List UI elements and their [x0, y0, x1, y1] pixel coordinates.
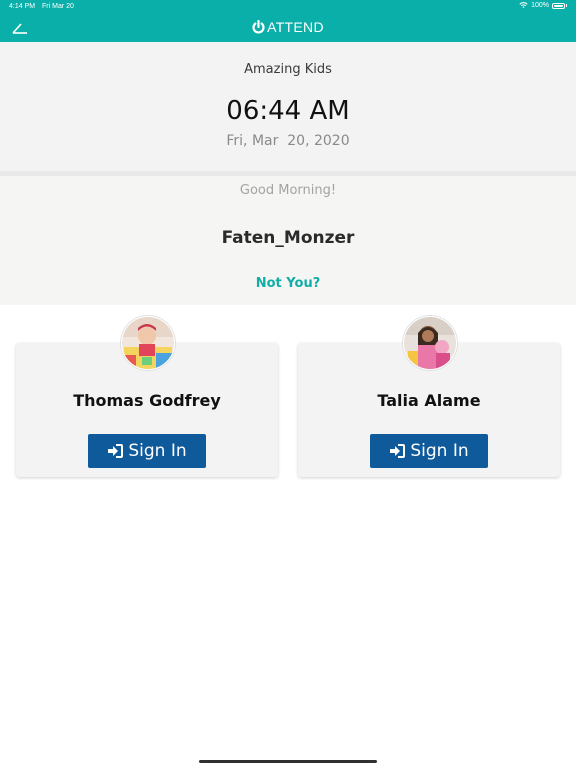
- status-indicators: 100%: [519, 2, 567, 9]
- status-bar: 4:14 PM Fri Mar 20 100%: [0, 0, 576, 14]
- header-section: Amazing Kids 06:44 AM Fri, Mar 20, 2020: [0, 42, 576, 171]
- sign-in-button[interactable]: Sign In: [370, 434, 488, 468]
- child-name: Thomas Godfrey: [73, 391, 221, 410]
- avatar: [403, 316, 457, 370]
- wifi-icon: [519, 2, 528, 8]
- user-section: Good Morning! Faten_Monzer Not You?: [0, 176, 576, 305]
- child-name: Talia Alame: [377, 391, 481, 410]
- sign-in-icon: [108, 444, 124, 458]
- clock-date: Fri, Mar 20, 2020: [226, 133, 350, 149]
- home-indicator: [199, 760, 377, 763]
- battery-icon: [552, 2, 565, 9]
- sign-in-button[interactable]: Sign In: [88, 434, 206, 468]
- status-time: 4:14 PM: [9, 3, 36, 10]
- greeting: Good Morning!: [239, 183, 337, 198]
- brand-name: ATTEND: [267, 19, 324, 35]
- clock-time: 06:44 AM: [226, 96, 350, 126]
- avatar: [121, 316, 175, 370]
- power-icon: [252, 20, 265, 34]
- sign-in-label: Sign In: [410, 441, 469, 461]
- sign-in-label: Sign In: [128, 441, 187, 461]
- status-date: Fri Mar 20: [42, 3, 74, 10]
- sign-in-icon: [390, 444, 406, 458]
- app-brand: ATTEND: [0, 19, 576, 35]
- battery-nub: [566, 4, 567, 7]
- battery-percent: 100%: [531, 2, 549, 9]
- school-name: Amazing Kids: [244, 62, 332, 77]
- user-name: Faten_Monzer: [221, 228, 355, 248]
- nav-bar: ATTEND: [0, 14, 576, 42]
- not-you-link[interactable]: Not You?: [0, 276, 576, 291]
